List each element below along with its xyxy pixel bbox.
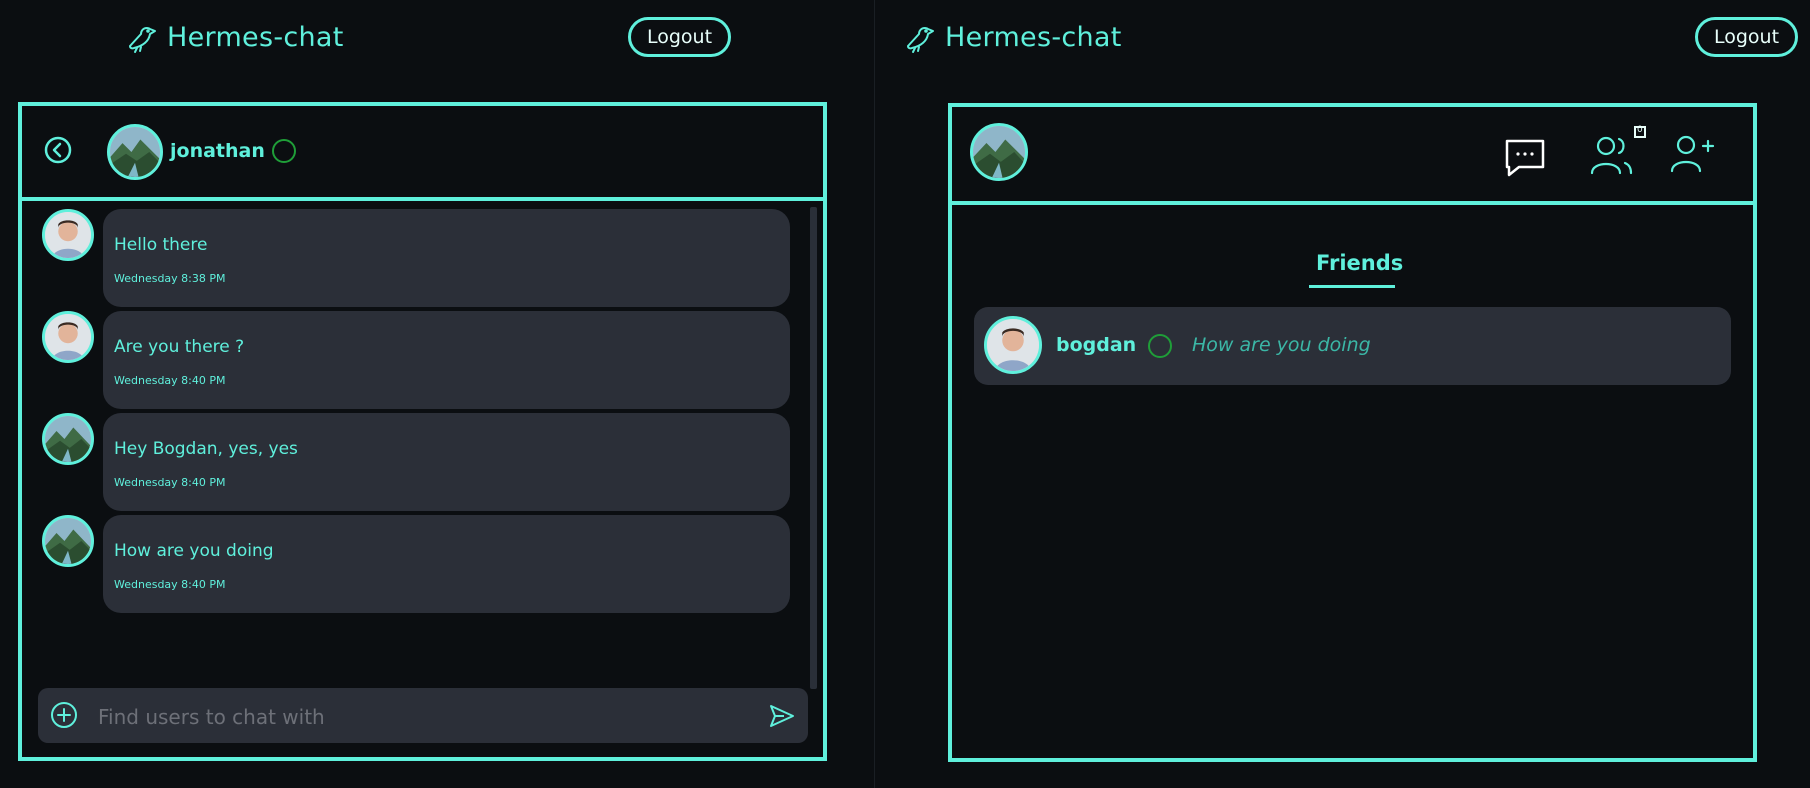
message-time: Wednesday 8:40 PM — [114, 476, 226, 489]
message-text: Hello there — [114, 235, 208, 255]
friend-list-item[interactable]: bogdan How are you doing — [974, 307, 1731, 385]
friend-name: bogdan — [1056, 334, 1137, 356]
male-portrait-avatar-icon — [45, 314, 91, 360]
sender-avatar — [42, 311, 94, 363]
message-time: Wednesday 8:38 PM — [114, 272, 226, 285]
add-user-icon[interactable] — [1668, 129, 1716, 177]
chat-header: jonathan — [22, 106, 823, 201]
brand[interactable]: Hermes-chat — [125, 20, 344, 54]
sender-avatar — [42, 413, 94, 465]
plus-circle-icon[interactable] — [50, 701, 78, 729]
landscape-avatar-icon — [110, 127, 160, 177]
message-bubble: Hello there Wednesday 8:38 PM — [103, 209, 790, 307]
message-bubble: How are you doing Wednesday 8:40 PM — [103, 515, 790, 613]
friends-header: 0 — [952, 107, 1753, 205]
message-time: Wednesday 8:40 PM — [114, 578, 226, 591]
friend-requests-count: 0 — [1637, 125, 1643, 135]
sender-avatar — [42, 209, 94, 261]
friends-group-icon[interactable] — [1589, 129, 1639, 179]
chat-bubble-icon[interactable] — [1503, 137, 1547, 179]
male-portrait-avatar-icon — [45, 212, 91, 258]
message-composer — [38, 688, 808, 745]
message-text: Are you there ? — [114, 337, 245, 357]
message-time: Wednesday 8:40 PM — [114, 374, 226, 387]
landscape-avatar-icon — [973, 126, 1025, 178]
chat-panel: jonathan Hello there Wednesday 8:38 PM A… — [18, 102, 827, 761]
online-status-icon — [272, 139, 296, 163]
tab-friends[interactable]: Friends — [1316, 251, 1403, 275]
message-bubble: Hey Bogdan, yes, yes Wednesday 8:40 PM — [103, 413, 790, 511]
message-text: Hey Bogdan, yes, yes — [114, 439, 298, 459]
sender-avatar — [42, 515, 94, 567]
friend-last-message: How are you doing — [1192, 334, 1371, 356]
landscape-avatar-icon — [45, 416, 91, 462]
message-text: How are you doing — [114, 541, 274, 561]
message-item: Hey Bogdan, yes, yes Wednesday 8:40 PM — [42, 413, 802, 511]
brand[interactable]: Hermes-chat — [903, 20, 1122, 54]
back-arrow-icon[interactable] — [44, 136, 72, 164]
bird-logo-icon — [907, 27, 934, 53]
own-avatar[interactable] — [970, 123, 1028, 181]
message-item: Are you there ? Wednesday 8:40 PM — [42, 311, 802, 409]
logout-button[interactable]: Logout — [628, 17, 732, 57]
message-item: How are you doing Wednesday 8:40 PM — [42, 515, 802, 613]
friends-view: Hermes-chat Logout 0 Friends bogdan How … — [875, 0, 1810, 788]
friend-avatar — [984, 316, 1042, 374]
friend-requests-badge: 0 — [1634, 125, 1646, 138]
chat-view: Hermes-chat Logout jonathan Hello there … — [0, 0, 874, 788]
message-bubble: Are you there ? Wednesday 8:40 PM — [103, 311, 790, 409]
logout-button[interactable]: Logout — [1695, 17, 1799, 57]
app-name: Hermes-chat — [945, 21, 1122, 53]
message-input[interactable] — [96, 688, 740, 745]
tab-underline — [1309, 285, 1395, 288]
app-name: Hermes-chat — [167, 21, 344, 53]
scrollbar[interactable] — [810, 207, 817, 689]
contact-avatar[interactable] — [107, 124, 163, 180]
landscape-avatar-icon — [45, 518, 91, 564]
online-status-icon — [1148, 334, 1172, 358]
bird-logo-icon — [129, 27, 156, 53]
send-icon[interactable] — [768, 702, 796, 730]
contact-name: jonathan — [170, 140, 265, 162]
male-portrait-avatar-icon — [987, 319, 1039, 371]
message-list[interactable]: Hello there Wednesday 8:38 PM Are you th… — [22, 201, 823, 757]
friends-panel: 0 Friends bogdan How are you doing — [948, 103, 1757, 762]
message-item: Hello there Wednesday 8:38 PM — [42, 209, 802, 307]
